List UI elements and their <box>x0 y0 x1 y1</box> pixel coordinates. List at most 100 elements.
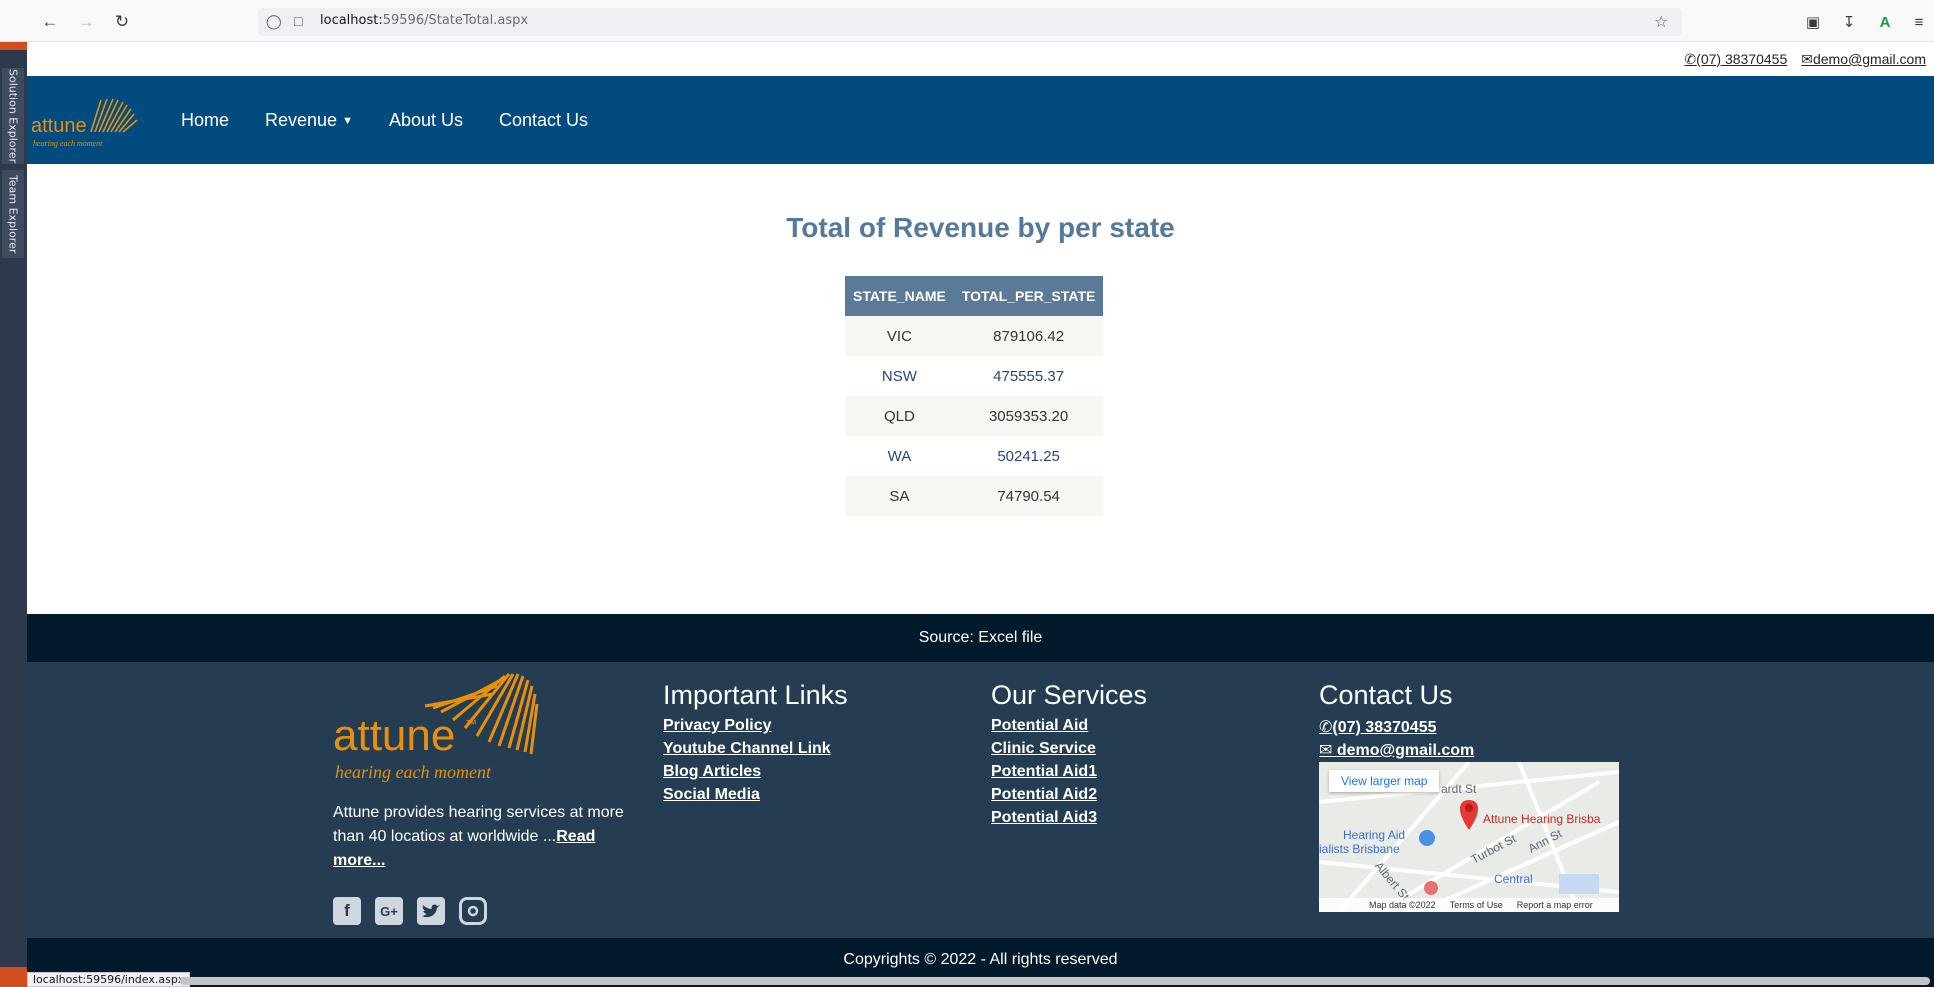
state-cell: SA <box>845 476 954 516</box>
facebook-icon[interactable]: f <box>333 897 361 925</box>
extension-icon[interactable]: A <box>1874 11 1896 33</box>
total-cell: 475555.37 <box>953 356 1104 396</box>
caret-down-icon: ▼ <box>342 115 353 127</box>
envelope-icon: ✉ <box>1801 51 1813 67</box>
nav-revenue-dropdown[interactable]: Revenue ▼ <box>265 110 353 131</box>
service-link[interactable]: Potential Aid3 <box>991 809 1147 827</box>
footer-important-links: Important Links Privacy Policy Youtube C… <box>663 680 848 809</box>
nav-home[interactable]: Home <box>181 110 229 131</box>
solution-explorer-tab[interactable]: Solution Explorer <box>2 68 24 164</box>
back-icon[interactable]: ← <box>38 10 62 34</box>
privacy-policy-link[interactable]: Privacy Policy <box>663 717 848 735</box>
brand-logo[interactable]: attune hearing each moment <box>29 94 141 150</box>
topbar-email: demo@gmail.com <box>1812 51 1926 67</box>
google-map[interactable]: View larger map Attune Hearing Brisba He… <box>1319 762 1619 912</box>
envelope-icon: ✉ <box>1319 742 1337 759</box>
nav-about-label: About Us <box>388 109 464 130</box>
shield-icon[interactable]: ◯ <box>266 13 282 30</box>
web-page: ✆(07) 38370455 ✉demo@gmail.com attune he… <box>27 42 1934 987</box>
state-cell: NSW <box>845 356 954 396</box>
table-row: VIC 879106.42 <box>845 316 1104 356</box>
ide-indicator <box>0 42 27 50</box>
ide-indicator-bottom <box>0 967 27 987</box>
social-links: f G+ <box>333 897 633 925</box>
nav-contact[interactable]: Contact Us <box>499 110 588 131</box>
table-row: WA 50241.25 <box>845 436 1104 476</box>
map-footer: Map data ©2022 Terms of Use Report a map… <box>1319 898 1619 912</box>
map-place-label: Attune Hearing Brisba <box>1483 812 1601 826</box>
table-row: SA 74790.54 <box>845 476 1104 516</box>
footer-brand-logo[interactable]: attune ™ hearing each moment <box>333 672 581 792</box>
column-header: TOTAL_PER_STATE <box>953 276 1104 316</box>
map-data-text: Map data ©2022 <box>1369 900 1436 910</box>
page-title: Total of Revenue by per state <box>786 212 1175 243</box>
nav-revenue-label: Revenue <box>265 109 338 130</box>
brand-logo-tagline: hearing each moment <box>33 139 103 148</box>
state-cell: WA <box>845 436 954 476</box>
main-navbar: attune hearing each moment Home Revenue ▼… <box>27 76 1934 164</box>
social-media-link[interactable]: Social Media <box>663 786 848 804</box>
youtube-channel-link[interactable]: Youtube Channel Link <box>663 740 848 758</box>
nav-contact-label: Contact Us <box>499 109 589 130</box>
topbar-email-link[interactable]: ✉demo@gmail.com <box>1801 51 1926 68</box>
map-terms-link[interactable]: Terms of Use <box>1450 900 1503 910</box>
browser-toolbar: ← → ↻ ◯ □ localhost:59596/StateTotal.asp… <box>0 0 1934 42</box>
our-services-heading: Our Services <box>991 680 1148 710</box>
table-header-row: STATE_NAME TOTAL_PER_STATE <box>845 276 1104 316</box>
instagram-icon[interactable] <box>459 897 487 925</box>
footer-email-link[interactable]: ✉ demo@gmail.com <box>1319 740 1619 760</box>
pocket-icon[interactable]: ▣ <box>1802 11 1824 33</box>
url-host: localhost: <box>320 13 383 28</box>
map-label: ardt St <box>1441 782 1477 796</box>
important-links-heading: Important Links <box>663 680 848 710</box>
revenue-table: STATE_NAME TOTAL_PER_STATE VIC 879106.42… <box>845 276 1104 516</box>
map-label: Hearing Aid <box>1343 828 1406 842</box>
footer-phone-link[interactable]: ✆(07) 38370455 <box>1319 717 1619 737</box>
horizontal-scrollbar[interactable] <box>180 977 1930 985</box>
forward-icon[interactable]: → <box>74 10 98 34</box>
footer-about: attune ™ hearing each moment Attune prov… <box>333 672 633 925</box>
column-header: STATE_NAME <box>845 276 954 316</box>
phone-icon: ✆ <box>1684 51 1697 67</box>
downloads-icon[interactable]: ↧ <box>1838 11 1860 33</box>
table-row: NSW 475555.37 <box>845 356 1104 396</box>
reload-icon[interactable]: ↻ <box>110 10 134 34</box>
service-link[interactable]: Potential Aid1 <box>991 763 1147 781</box>
total-cell: 879106.42 <box>953 316 1104 356</box>
footer-email: demo@gmail.com <box>1336 742 1475 759</box>
contact-heading: Contact Us <box>1319 680 1453 710</box>
map-report-link[interactable]: Report a map error <box>1517 900 1593 910</box>
footer-our-services: Our Services Potential Aid Clinic Servic… <box>991 680 1147 832</box>
menu-icon[interactable]: ≡ <box>1908 11 1930 33</box>
topbar-phone: (07) 38370455 <box>1696 51 1788 67</box>
main-content: Total of Revenue by per state STATE_NAME… <box>27 164 1934 614</box>
ide-side-strip: Solution Explorer Team Explorer <box>0 42 27 987</box>
total-cell: 74790.54 <box>953 476 1104 516</box>
footer-description: Attune provides hearing services at more… <box>333 801 633 873</box>
source-bar: Source: Excel file <box>27 614 1934 662</box>
total-cell: 3059353.20 <box>953 396 1104 436</box>
team-explorer-tab[interactable]: Team Explorer <box>2 170 24 258</box>
state-cell: QLD <box>845 396 954 436</box>
brand-logo-name: attune <box>31 115 87 137</box>
service-link[interactable]: Potential Aid2 <box>991 786 1147 804</box>
blog-articles-link[interactable]: Blog Articles <box>663 763 848 781</box>
twitter-icon[interactable] <box>417 897 445 925</box>
address-bar[interactable]: ◯ □ localhost:59596/StateTotal.aspx ☆ <box>258 8 1682 36</box>
total-cell: 50241.25 <box>953 436 1104 476</box>
site-footer: attune ™ hearing each moment Attune prov… <box>27 662 1934 938</box>
phone-icon: ✆ <box>1319 719 1333 736</box>
bookmark-star-icon[interactable]: ☆ <box>1654 12 1668 32</box>
footer-logo-name: attune <box>333 711 455 760</box>
url-text[interactable]: localhost:59596/StateTotal.aspx <box>320 13 528 28</box>
nav-about[interactable]: About Us <box>389 110 463 131</box>
url-path: 59596/StateTotal.aspx <box>382 13 529 28</box>
service-link[interactable]: Clinic Service <box>991 740 1147 758</box>
page-icon[interactable]: □ <box>294 13 302 29</box>
topbar-phone-link[interactable]: ✆(07) 38370455 <box>1684 51 1787 68</box>
table-row: QLD 3059353.20 <box>845 396 1104 436</box>
service-link[interactable]: Potential Aid <box>991 717 1147 735</box>
contact-topbar: ✆(07) 38370455 ✉demo@gmail.com <box>27 42 1934 76</box>
google-plus-icon[interactable]: G+ <box>375 897 403 925</box>
view-larger-map-link[interactable]: View larger map <box>1329 770 1440 792</box>
